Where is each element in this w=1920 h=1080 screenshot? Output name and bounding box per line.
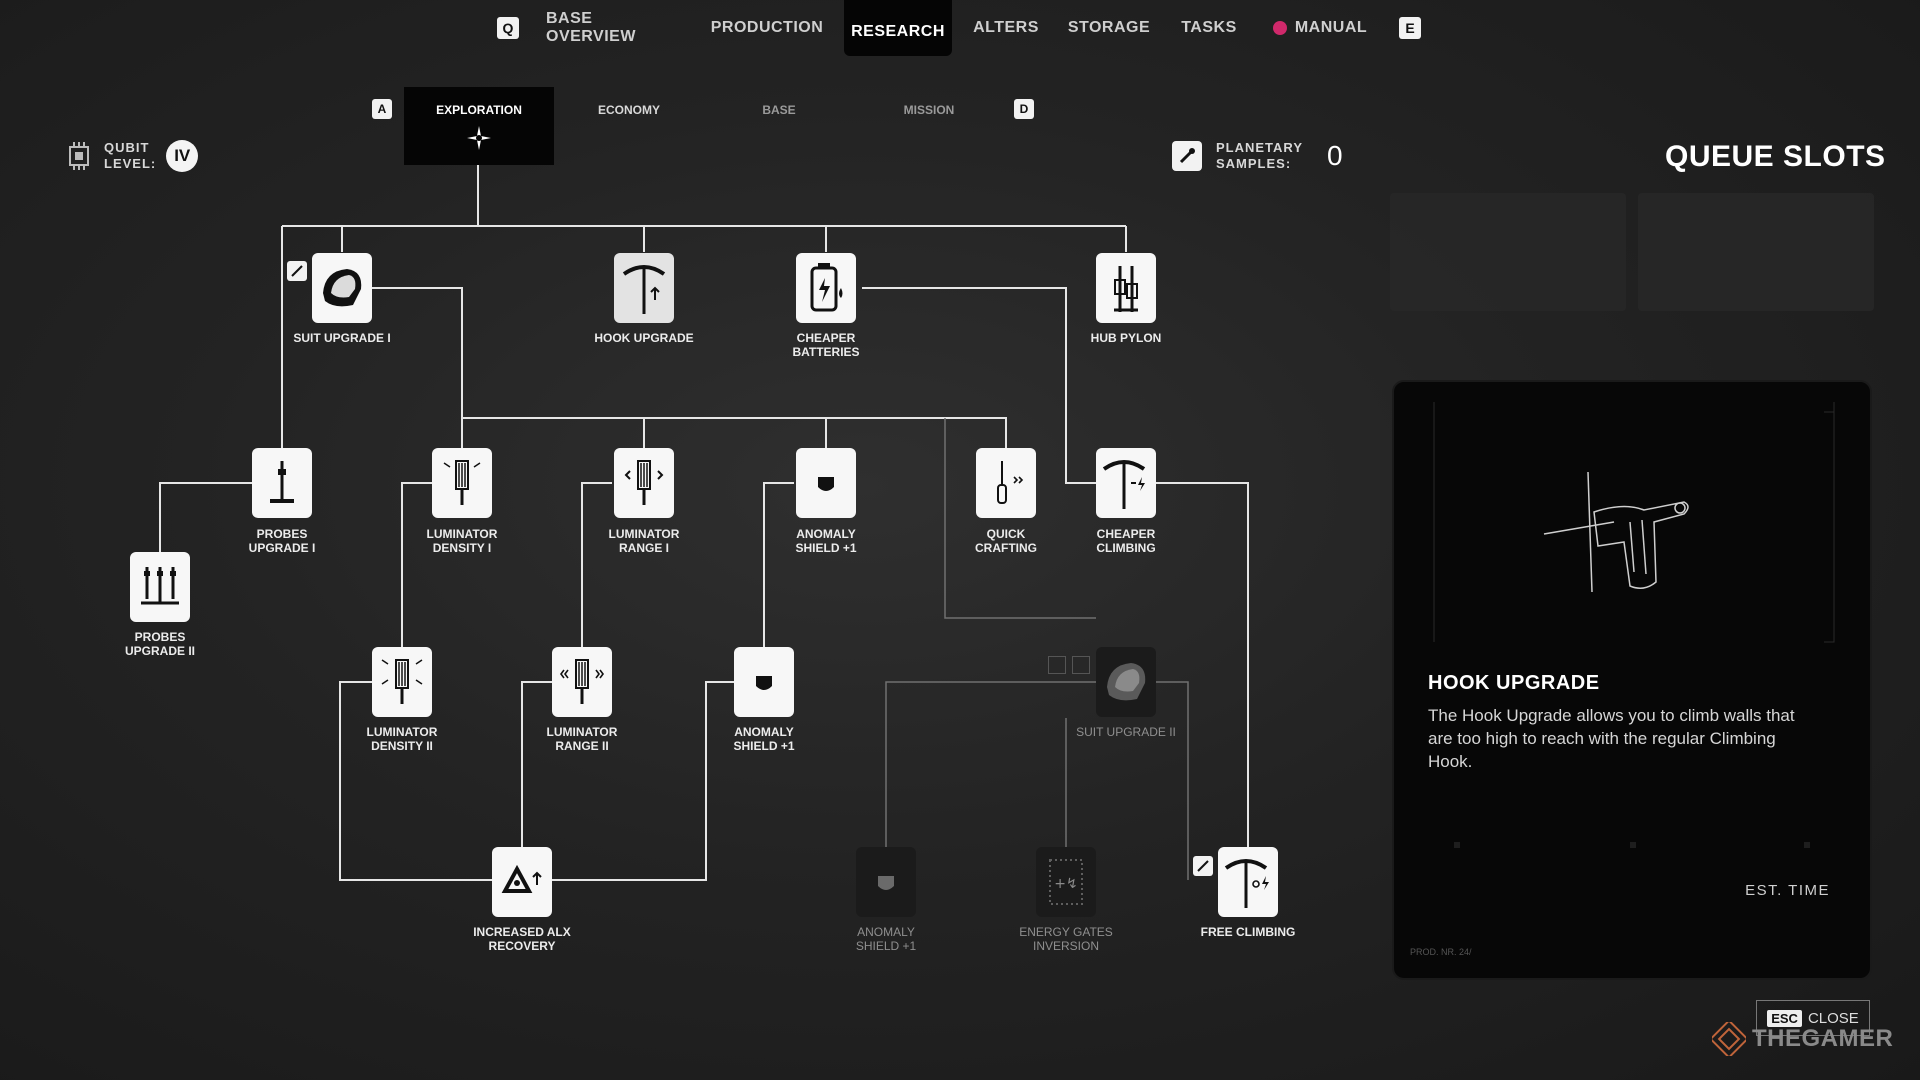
slot-placeholder-icon [1048, 656, 1066, 674]
selected-research-title: HOOK UPGRADE [1428, 672, 1600, 694]
luminator-icon [560, 659, 604, 704]
node-hook-upgrade[interactable] [614, 253, 674, 323]
node-hub-pylon[interactable] [1096, 253, 1156, 323]
node-label: ANOMALY SHIELD +1 [795, 527, 857, 555]
node-cheaper-batteries[interactable] [796, 253, 856, 323]
pickaxe-icon [1102, 460, 1146, 509]
node-label: LUMINATOR RANGE I [608, 527, 680, 555]
node-luminator-density-1[interactable] [432, 448, 492, 518]
node-label: ANOMALY SHIELD +1 [855, 925, 917, 953]
node-probes-upgrade-1[interactable] [252, 448, 312, 518]
prod-nr-label: PROD. NR. 24/ [1410, 947, 1472, 957]
node-label: QUICK CRAFTING [975, 527, 1037, 555]
research-info-panel: HOOK UPGRADE The Hook Upgrade allows you… [1392, 380, 1872, 980]
node-suit-upgrade-2[interactable] [1096, 647, 1156, 717]
node-quick-crafting[interactable] [976, 448, 1036, 518]
slot-placeholder-icon [1072, 656, 1090, 674]
node-label: CHEAPER BATTERIES [792, 331, 860, 359]
node-suit-upgrade-1[interactable] [312, 253, 372, 323]
watermark-logo: THEGAMER [1712, 1022, 1893, 1056]
node-label: SUIT UPGRADE II [1076, 725, 1176, 739]
node-label: FREE CLIMBING [1200, 925, 1296, 939]
node-probes-upgrade-2[interactable] [130, 552, 190, 622]
luminator-icon [381, 659, 423, 704]
probe-icon [141, 567, 179, 605]
watermark-logo-icon [1712, 1022, 1746, 1056]
probe-icon [270, 461, 294, 503]
battery-icon [810, 263, 843, 312]
shield-icon [756, 676, 772, 690]
helmet-icon [323, 269, 362, 307]
est-time-label: EST. TIME [1745, 882, 1830, 899]
pickaxe-icon [622, 265, 666, 314]
watermark-text: THEGAMER [1752, 1025, 1894, 1052]
node-label: CHEAPER CLIMBING [1096, 527, 1156, 555]
node-anomaly-shield-1[interactable] [796, 448, 856, 518]
node-luminator-density-2[interactable] [372, 647, 432, 717]
node-luminator-range-2[interactable] [552, 647, 612, 717]
node-label: ANOMALY SHIELD +1 [733, 725, 795, 753]
node-cheaper-climbing[interactable] [1096, 448, 1156, 518]
node-label: LUMINATOR DENSITY I [426, 527, 498, 555]
luminator-icon [624, 460, 664, 505]
sample-cost-icon [1193, 856, 1213, 876]
svg-text:+↯: +↯ [1054, 876, 1077, 892]
node-anomaly-shield-2[interactable] [734, 647, 794, 717]
node-label: LUMINATOR DENSITY II [366, 725, 438, 753]
node-label: PROBES UPGRADE II [124, 630, 195, 658]
node-increased-alx-recovery[interactable] [492, 847, 552, 917]
alx-icon [501, 864, 542, 893]
sample-cost-icon [287, 261, 307, 281]
luminator-icon [443, 460, 481, 505]
node-anomaly-shield-3[interactable] [856, 847, 916, 917]
pylon-icon [1114, 266, 1138, 312]
node-label: INCREASED ALX RECOVERY [473, 925, 571, 953]
node-label: SUIT UPGRADE I [293, 331, 391, 345]
node-free-climbing[interactable] [1218, 847, 1278, 917]
node-label: HUB PYLON [1090, 331, 1162, 345]
energy-gate-icon: +↯ [1049, 859, 1083, 905]
node-label: HOOK UPGRADE [594, 331, 694, 345]
hook-gun-icon [1543, 471, 1689, 593]
pickaxe-icon [1224, 859, 1269, 908]
node-energy-gates-inversion[interactable]: +↯ [1036, 847, 1096, 917]
node-label: LUMINATOR RANGE II [546, 725, 618, 753]
node-label: ENERGY GATES INVERSION [1019, 925, 1113, 953]
screwdriver-icon [997, 461, 1024, 504]
node-label: PROBES UPGRADE I [248, 527, 316, 555]
shield-icon [878, 876, 894, 890]
selected-research-description: The Hook Upgrade allows you to climb wal… [1428, 706, 1795, 771]
helmet-icon [1107, 663, 1146, 701]
node-luminator-range-1[interactable] [614, 448, 674, 518]
shield-icon [818, 477, 834, 491]
